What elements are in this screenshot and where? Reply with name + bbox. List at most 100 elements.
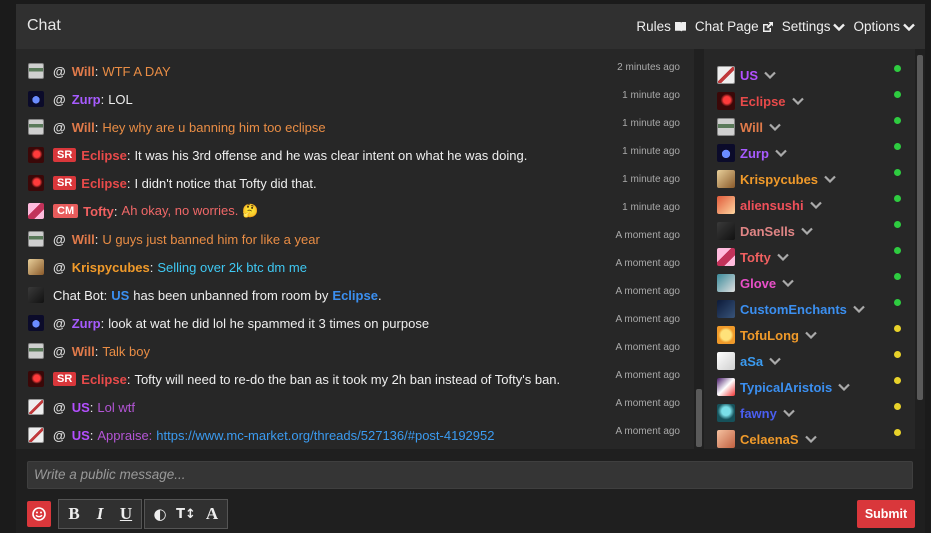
chevron-down-icon[interactable] xyxy=(783,409,795,417)
username[interactable]: Will xyxy=(72,64,95,79)
user-list-item[interactable]: Zurp xyxy=(717,142,787,164)
user-name[interactable]: aSa xyxy=(740,354,763,369)
avatar[interactable] xyxy=(28,91,44,107)
username[interactable]: Eclipse xyxy=(332,288,378,303)
avatar[interactable] xyxy=(717,144,735,162)
chevron-down-icon[interactable] xyxy=(805,331,817,339)
avatar[interactable] xyxy=(28,287,44,303)
user-list-item[interactable]: CustomEnchants xyxy=(717,298,865,320)
user-name[interactable]: Eclipse xyxy=(740,94,786,109)
chevron-down-icon[interactable] xyxy=(764,71,776,79)
user-name[interactable]: TypicalAristois xyxy=(740,380,832,395)
smilie-button[interactable] xyxy=(27,501,51,527)
user-list-item[interactable]: US xyxy=(717,64,776,86)
chevron-down-icon[interactable] xyxy=(804,435,817,443)
avatar[interactable] xyxy=(28,343,44,359)
user-list[interactable]: US Eclipse Will Zurp Krispycubes aliensushi Da… xyxy=(704,49,925,449)
user-name[interactable]: CelaenaS xyxy=(740,432,799,447)
avatar[interactable] xyxy=(717,378,735,396)
username[interactable]: US xyxy=(72,428,90,443)
chevron-down-icon[interactable] xyxy=(809,201,822,209)
mention-button[interactable]: @ xyxy=(53,316,66,331)
avatar[interactable] xyxy=(717,170,735,188)
username[interactable]: Will xyxy=(72,232,95,247)
user-list-item[interactable]: Krispycubes xyxy=(717,168,836,190)
user-scrollbar[interactable] xyxy=(915,49,925,449)
mention-button[interactable]: @ xyxy=(53,120,66,135)
avatar[interactable] xyxy=(717,248,735,266)
mention-button[interactable]: @ xyxy=(53,344,66,359)
avatar[interactable] xyxy=(717,66,735,84)
username[interactable]: US xyxy=(111,288,129,303)
avatar[interactable] xyxy=(28,315,44,331)
mention-button[interactable]: @ xyxy=(53,232,66,247)
user-list-item[interactable]: aSa xyxy=(717,350,781,372)
avatar[interactable] xyxy=(28,119,44,135)
message-input[interactable]: Write a public message... xyxy=(27,461,913,489)
options-menu[interactable]: Options xyxy=(853,19,915,34)
user-list-item[interactable]: Eclipse xyxy=(717,90,804,112)
user-list-item[interactable]: Glove xyxy=(717,272,794,294)
avatar[interactable] xyxy=(717,352,735,370)
message-link[interactable]: https://www.mc-market.org/threads/527136… xyxy=(156,428,494,443)
chevron-down-icon[interactable] xyxy=(801,227,813,235)
message-scrollbar[interactable] xyxy=(694,49,704,449)
username[interactable]: Zurp xyxy=(72,316,101,331)
avatar[interactable] xyxy=(717,300,735,318)
chevron-down-icon[interactable] xyxy=(782,279,794,287)
user-list-item[interactable]: DanSells xyxy=(717,220,813,242)
avatar[interactable] xyxy=(28,371,44,387)
username[interactable]: Eclipse xyxy=(81,148,127,163)
scrollbar-thumb[interactable] xyxy=(917,55,923,400)
avatar[interactable] xyxy=(717,118,735,136)
avatar[interactable] xyxy=(28,147,44,163)
font-button[interactable]: A xyxy=(199,504,225,524)
avatar[interactable] xyxy=(717,222,735,240)
chevron-down-icon[interactable] xyxy=(838,383,851,391)
avatar[interactable] xyxy=(717,430,735,448)
avatar[interactable] xyxy=(717,274,735,292)
user-name[interactable]: Glove xyxy=(740,276,776,291)
user-list-item[interactable]: aliensushi xyxy=(717,194,822,216)
message-list[interactable]: @ Will: WTF A DAY 2 minutes ago @ Zurp: LOL 1 m… xyxy=(16,49,694,449)
avatar[interactable] xyxy=(28,203,44,219)
user-list-item[interactable]: TofuLong xyxy=(717,324,817,346)
chevron-down-icon[interactable] xyxy=(775,149,787,157)
user-name[interactable]: US xyxy=(740,68,758,83)
user-list-item[interactable]: CelaenaS xyxy=(717,428,817,450)
user-name[interactable]: Will xyxy=(740,120,763,135)
mention-button[interactable]: @ xyxy=(53,428,66,443)
avatar[interactable] xyxy=(28,259,44,275)
user-list-item[interactable]: TypicalAristois xyxy=(717,376,851,398)
avatar[interactable] xyxy=(28,175,44,191)
mention-button[interactable]: @ xyxy=(53,400,66,415)
avatar[interactable] xyxy=(717,404,735,422)
user-name[interactable]: Tofty xyxy=(740,250,771,265)
user-name[interactable]: Zurp xyxy=(740,146,769,161)
scrollbar-thumb[interactable] xyxy=(696,389,702,447)
chevron-down-icon[interactable] xyxy=(853,305,865,313)
rules-link[interactable]: Rules xyxy=(636,19,687,34)
user-name[interactable]: fawny xyxy=(740,406,777,421)
username[interactable]: Tofty xyxy=(83,204,114,219)
user-list-item[interactable]: Will xyxy=(717,116,781,138)
avatar[interactable] xyxy=(717,326,735,344)
username[interactable]: Will xyxy=(72,344,95,359)
chat-page-link[interactable]: Chat Page xyxy=(695,19,774,34)
avatar[interactable] xyxy=(717,92,735,110)
username[interactable]: Krispycubes xyxy=(72,260,150,275)
user-list-item[interactable]: Tofty xyxy=(717,246,789,268)
user-name[interactable]: DanSells xyxy=(740,224,795,239)
chevron-down-icon[interactable] xyxy=(791,97,804,105)
chevron-down-icon[interactable] xyxy=(777,253,789,261)
username[interactable]: Will xyxy=(72,120,95,135)
user-name[interactable]: aliensushi xyxy=(740,198,804,213)
submit-button[interactable]: Submit xyxy=(857,500,915,528)
user-name[interactable]: TofuLong xyxy=(740,328,799,343)
color-button[interactable]: ◐ xyxy=(147,505,173,523)
username[interactable]: US xyxy=(72,400,90,415)
avatar[interactable] xyxy=(28,231,44,247)
settings-menu[interactable]: Settings xyxy=(782,19,846,34)
user-name[interactable]: Krispycubes xyxy=(740,172,818,187)
user-name[interactable]: CustomEnchants xyxy=(740,302,847,317)
